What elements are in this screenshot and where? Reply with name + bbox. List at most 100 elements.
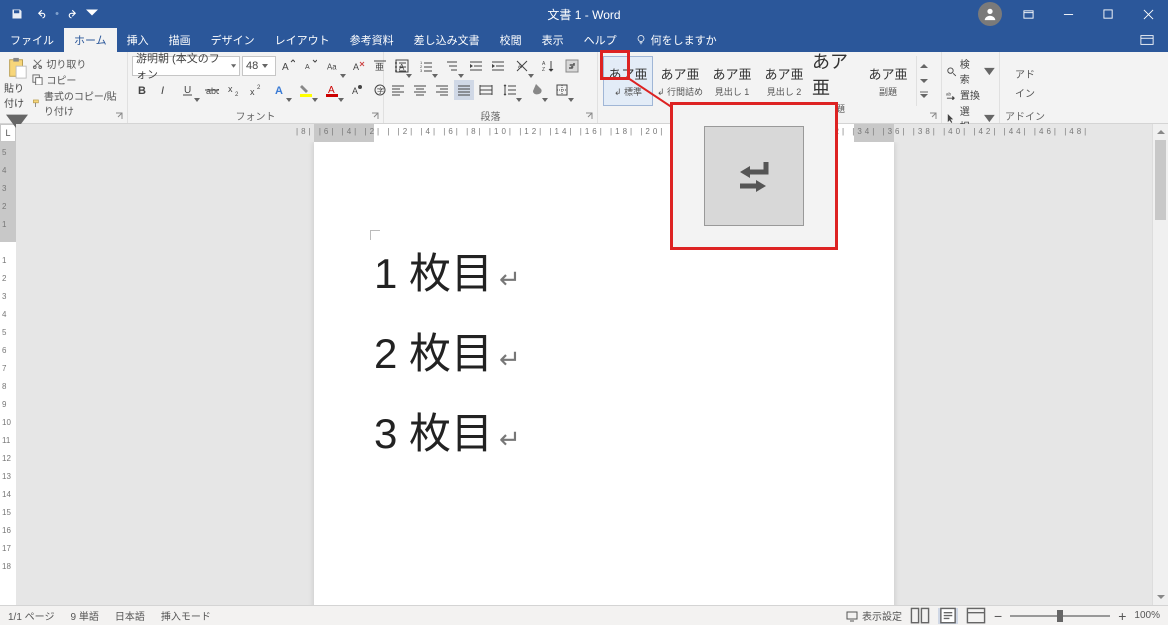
cut-button[interactable]: 切り取り xyxy=(32,56,123,71)
underline-button[interactable]: U xyxy=(176,80,200,100)
svg-text:U: U xyxy=(184,85,191,96)
bold-button[interactable]: B xyxy=(132,80,152,100)
vertical-ruler[interactable]: 54321123456789101112131415161718 xyxy=(0,142,16,605)
document-canvas[interactable]: 1 枚目↵ 2 枚目↵ 3 枚目↵ xyxy=(16,142,1168,605)
status-words[interactable]: 9 単語 xyxy=(70,608,98,623)
font-color-button[interactable]: A xyxy=(320,80,344,100)
replace-button[interactable]: ab置換 xyxy=(946,87,995,102)
tab-references[interactable]: 参考資料 xyxy=(340,28,404,52)
ribbon-display-button[interactable] xyxy=(1008,0,1048,28)
tab-file[interactable]: ファイル xyxy=(0,28,64,52)
tab-help[interactable]: ヘルプ xyxy=(574,28,627,52)
view-print-layout[interactable] xyxy=(938,608,958,624)
paragraph-launcher[interactable] xyxy=(585,111,595,121)
style-title[interactable]: あア亜表題 xyxy=(811,56,861,106)
highlight-button[interactable] xyxy=(294,80,318,100)
decrease-indent-button[interactable] xyxy=(466,56,486,76)
status-page[interactable]: 1/1 ページ xyxy=(8,608,54,623)
clipboard-launcher[interactable] xyxy=(115,111,125,121)
align-right-button[interactable] xyxy=(432,80,452,100)
account-icon[interactable] xyxy=(978,2,1002,26)
group-editing: 検索 ab置換 選択 編集 xyxy=(942,52,1000,123)
zoom-slider[interactable] xyxy=(1010,615,1110,617)
zoom-level[interactable]: 100% xyxy=(1134,610,1160,621)
scroll-thumb[interactable] xyxy=(1155,140,1166,220)
strikethrough-button[interactable]: abc xyxy=(202,80,222,100)
text-effects-button[interactable]: A xyxy=(268,80,292,100)
tab-layout[interactable]: レイアウト xyxy=(265,28,340,52)
tab-view[interactable]: 表示 xyxy=(532,28,574,52)
numbering-button[interactable]: 123 xyxy=(414,56,438,76)
tab-mailings[interactable]: 差し込み文書 xyxy=(404,28,490,52)
align-left-button[interactable] xyxy=(388,80,408,100)
shrink-font-button[interactable]: A xyxy=(300,56,320,76)
view-web-layout[interactable] xyxy=(966,608,986,624)
copy-button[interactable]: コピー xyxy=(32,72,123,87)
font-name-combo[interactable]: 游明朝 (本文のフォン xyxy=(132,56,240,76)
undo-button[interactable] xyxy=(30,3,52,25)
tab-review[interactable]: 校閲 xyxy=(490,28,532,52)
save-button[interactable] xyxy=(6,3,28,25)
paragraph-mark-icon: ↵ xyxy=(499,424,521,454)
style-subtitle[interactable]: あア亜副題 xyxy=(863,56,913,106)
addins-button[interactable]: アドイン xyxy=(1004,54,1046,108)
redo-button[interactable] xyxy=(62,3,84,25)
asian-layout-button[interactable]: A xyxy=(510,56,534,76)
format-painter-button[interactable]: 書式のコピー/貼り付け xyxy=(32,88,123,118)
tab-home[interactable]: ホーム xyxy=(64,28,117,52)
paste-button[interactable]: 貼り付け xyxy=(4,54,30,134)
font-size-combo[interactable]: 48 xyxy=(242,56,276,76)
bullets-button[interactable] xyxy=(388,56,412,76)
grow-font-button[interactable]: A xyxy=(278,56,298,76)
horizontal-ruler[interactable]: |8| |6| |4| |2| | |2| |4| |6| |8| |10| |… xyxy=(16,124,1168,142)
show-marks-button[interactable] xyxy=(562,56,582,76)
tab-design[interactable]: デザイン xyxy=(201,28,265,52)
svg-text:A: A xyxy=(353,62,359,72)
lightbulb-icon xyxy=(635,34,647,46)
increase-indent-button[interactable] xyxy=(488,56,508,76)
style-heading2[interactable]: あア亜見出し 2 xyxy=(759,56,809,106)
ribbon: 貼り付け 切り取り コピー 書式のコピー/貼り付け クリップボード 游明朝 (本… xyxy=(0,52,1168,124)
superscript-button[interactable]: x2 xyxy=(246,80,266,100)
align-center-button[interactable] xyxy=(410,80,430,100)
scroll-down-button[interactable] xyxy=(1153,589,1168,605)
display-settings-button[interactable]: 表示設定 xyxy=(846,608,902,623)
status-insert-mode[interactable]: 挿入モード xyxy=(161,608,211,623)
clear-formatting-button[interactable]: A xyxy=(348,56,368,76)
align-justify-button[interactable] xyxy=(454,80,474,100)
zoom-in-button[interactable]: + xyxy=(1118,608,1126,624)
maximize-button[interactable] xyxy=(1088,0,1128,28)
close-button[interactable] xyxy=(1128,0,1168,28)
italic-button[interactable]: I xyxy=(154,80,174,100)
sort-button[interactable]: AZ xyxy=(536,56,560,76)
paragraph-2[interactable]: 2 枚目↵ xyxy=(374,314,834,394)
styles-launcher[interactable] xyxy=(929,111,939,121)
zoom-out-button[interactable]: − xyxy=(994,608,1002,624)
svg-text:A: A xyxy=(305,64,310,71)
tell-me-search[interactable]: 何をしますか xyxy=(627,28,725,52)
paragraph-3[interactable]: 3 枚目↵ xyxy=(374,394,834,474)
vertical-scrollbar[interactable] xyxy=(1152,124,1168,605)
svg-text:A: A xyxy=(518,64,522,70)
share-button[interactable] xyxy=(1132,28,1162,52)
shading-button[interactable] xyxy=(524,80,548,100)
multilevel-list-button[interactable] xyxy=(440,56,464,76)
title-bar: • 文書 1 - Word xyxy=(0,0,1168,28)
styles-gallery-more[interactable] xyxy=(916,56,930,106)
status-language[interactable]: 日本語 xyxy=(115,608,145,623)
view-read-mode[interactable] xyxy=(910,608,930,624)
line-spacing-button[interactable] xyxy=(498,80,522,100)
borders-button[interactable] xyxy=(550,80,574,100)
distribute-button[interactable] xyxy=(476,80,496,100)
change-case-button[interactable]: Aa xyxy=(322,56,346,76)
style-heading1[interactable]: あア亜見出し 1 xyxy=(707,56,757,106)
tab-insert[interactable]: 挿入 xyxy=(117,28,159,52)
font-launcher[interactable] xyxy=(371,111,381,121)
scroll-up-button[interactable] xyxy=(1153,124,1168,140)
character-shading-button[interactable]: A xyxy=(346,80,366,100)
find-button[interactable]: 検索 xyxy=(946,56,995,86)
tab-draw[interactable]: 描画 xyxy=(159,28,201,52)
subscript-button[interactable]: x2 xyxy=(224,80,244,100)
qat-customize[interactable] xyxy=(86,3,98,25)
minimize-button[interactable] xyxy=(1048,0,1088,28)
